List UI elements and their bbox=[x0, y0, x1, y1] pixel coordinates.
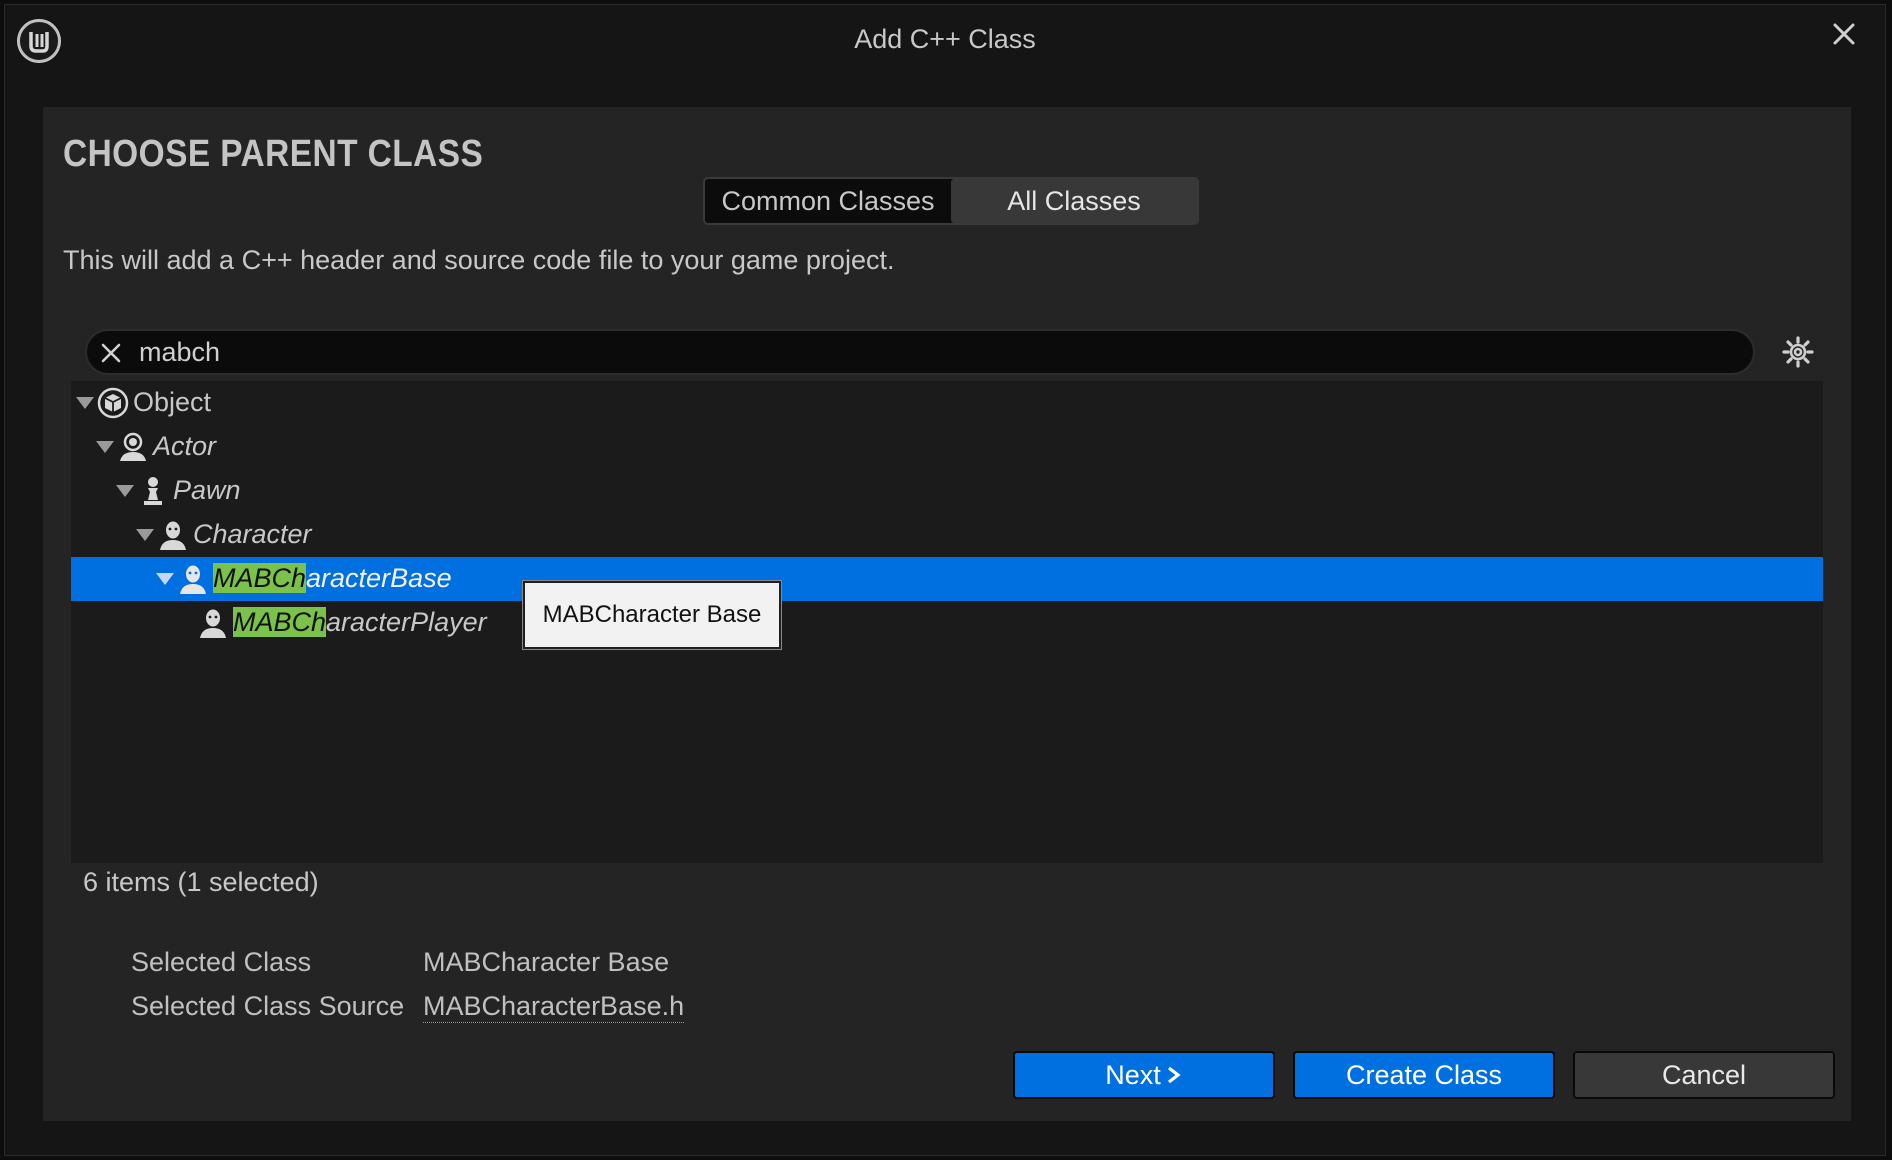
tree-row-character[interactable]: Character bbox=[71, 513, 1823, 557]
tree-row-label: Character bbox=[193, 519, 312, 550]
search-box bbox=[85, 329, 1755, 375]
match-highlight: MABCh bbox=[233, 607, 327, 637]
page-title: CHOOSE PARENT CLASS bbox=[63, 133, 484, 175]
class-tooltip: MABCharacter Base bbox=[523, 581, 781, 649]
title-bar[interactable]: Add C++ Class bbox=[5, 5, 1885, 75]
character-icon bbox=[180, 565, 206, 594]
create-class-button[interactable]: Create Class bbox=[1293, 1051, 1555, 1099]
label-text: aracterPlayer bbox=[326, 607, 487, 637]
item-count: 6 items (1 selected) bbox=[83, 867, 319, 897]
label-text: Character bbox=[193, 519, 312, 549]
add-cpp-class-window: Add C++ Class CHOOSE PARENT CLASS Common… bbox=[4, 4, 1886, 1156]
selected-class-source-label: Selected Class Source bbox=[131, 991, 405, 1021]
description-text: This will add a C++ header and source co… bbox=[63, 245, 895, 275]
expand-arrow-icon[interactable] bbox=[75, 396, 95, 410]
search-input[interactable] bbox=[139, 335, 1719, 369]
tree-row-object[interactable]: Object bbox=[71, 381, 1823, 425]
tree-row-mabcharacterplayer[interactable]: MABCharacterPlayer bbox=[71, 601, 1823, 645]
class-scope-tabs: Common Classes All Classes bbox=[703, 177, 1199, 225]
object-icon bbox=[97, 387, 129, 419]
actor-icon bbox=[120, 432, 146, 461]
label-text: aracterBase bbox=[306, 563, 452, 593]
selected-class-label: Selected Class bbox=[131, 947, 312, 977]
character-icon bbox=[160, 521, 186, 550]
tree-row-label: Pawn bbox=[173, 475, 241, 506]
chevron-right-icon bbox=[1167, 1066, 1181, 1084]
tab-all-classes[interactable]: All Classes bbox=[951, 179, 1197, 223]
cancel-button[interactable]: Cancel bbox=[1573, 1051, 1835, 1099]
tree-row-label: MABCharacterPlayer bbox=[233, 607, 487, 638]
clear-search-icon[interactable] bbox=[99, 341, 123, 365]
tab-common-classes[interactable]: Common Classes bbox=[705, 179, 951, 223]
tree-row-label: MABCharacterBase bbox=[213, 563, 452, 594]
label-text: Actor bbox=[153, 431, 217, 461]
selected-class-value: MABCharacter Base bbox=[423, 947, 670, 977]
expand-arrow-icon[interactable] bbox=[135, 528, 155, 542]
character-icon bbox=[200, 609, 226, 638]
settings-gear-icon[interactable] bbox=[1781, 335, 1815, 369]
match-highlight: MABCh bbox=[213, 563, 307, 593]
pawn-icon bbox=[144, 477, 162, 505]
label-text: Pawn bbox=[173, 475, 241, 505]
expand-arrow-icon[interactable] bbox=[155, 572, 175, 586]
close-icon[interactable] bbox=[1827, 17, 1861, 51]
window-title: Add C++ Class bbox=[854, 24, 1036, 54]
tree-row-mabcharacterbase[interactable]: MABCharacterBase bbox=[71, 557, 1823, 601]
tree-row-label: Actor bbox=[153, 431, 216, 462]
selected-class-source-link[interactable]: MABCharacterBase.h bbox=[423, 991, 685, 1023]
class-tree: Object Actor Pawn Character MABCharacter… bbox=[71, 381, 1823, 863]
next-button[interactable]: Next bbox=[1013, 1051, 1275, 1099]
tree-row-label: Object bbox=[133, 387, 211, 418]
tree-row-pawn[interactable]: Pawn bbox=[71, 469, 1823, 513]
next-button-label: Next bbox=[1105, 1059, 1161, 1090]
tree-row-actor[interactable]: Actor bbox=[71, 425, 1823, 469]
main-panel: CHOOSE PARENT CLASS Common Classes All C… bbox=[43, 107, 1851, 1121]
label-text: Object bbox=[133, 387, 212, 417]
expand-arrow-icon[interactable] bbox=[95, 440, 115, 454]
expand-arrow-icon[interactable] bbox=[115, 484, 135, 498]
